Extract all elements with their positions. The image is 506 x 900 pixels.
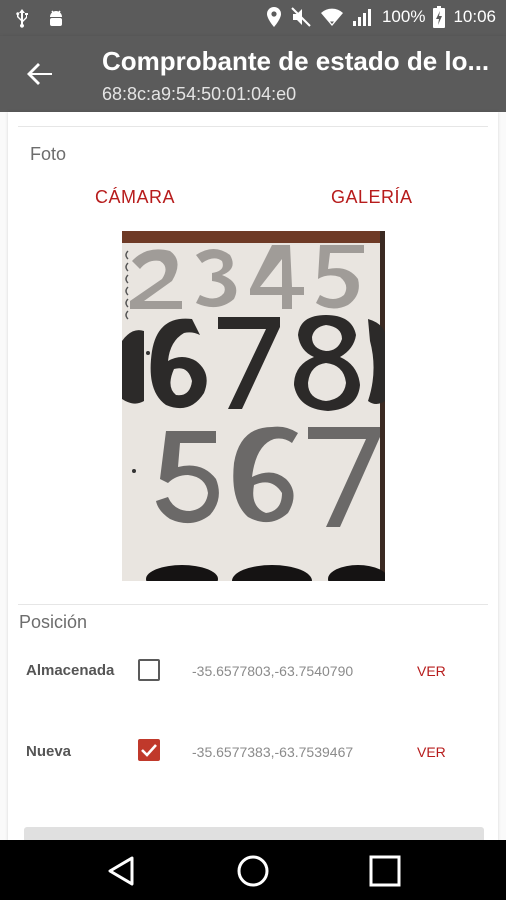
usb-icon: [16, 9, 28, 28]
location-icon: [266, 7, 281, 27]
nav-recents-icon[interactable]: [368, 854, 402, 888]
new-position-label: Nueva: [26, 743, 72, 760]
wifi-icon: [320, 8, 343, 26]
stored-position-checkbox[interactable]: [138, 659, 160, 681]
nav-back-icon[interactable]: [104, 854, 138, 888]
mute-icon: [291, 7, 311, 27]
back-arrow-icon[interactable]: [24, 58, 56, 90]
signal-icon: [352, 9, 371, 26]
checkmark-icon: [141, 744, 157, 757]
photo-section-label: Foto: [30, 144, 67, 164]
battery-percent: 100%: [381, 7, 426, 26]
photo-image: [122, 231, 385, 581]
stored-position-label: Almacenada: [26, 662, 115, 679]
navigation-bar: [0, 840, 506, 900]
stored-view-button[interactable]: VER: [417, 663, 446, 679]
new-position-checkbox[interactable]: [138, 739, 160, 761]
content-area: Foto CÁMARA GALERÍA Posición Almacenada …: [0, 112, 506, 852]
page-title: Comprobante de estado de lo...: [102, 46, 490, 76]
device-mac-subtitle: 68:8c:a9:54:50:01:04:e0: [102, 84, 297, 104]
position-section-label: Posición: [19, 612, 88, 632]
new-coordinates: -35.6577383,-63.7539467: [192, 744, 354, 760]
clock: 10:06: [453, 7, 496, 26]
new-view-button[interactable]: VER: [417, 744, 446, 760]
battery-charging-icon: [433, 6, 446, 28]
camera-button[interactable]: CÁMARA: [95, 187, 175, 208]
android-debug-icon: [50, 10, 62, 26]
photo-preview[interactable]: [122, 231, 385, 581]
status-bar: 100% 10:06: [0, 0, 506, 36]
app-bar: Comprobante de estado de lo... 68:8c:a9:…: [0, 36, 506, 112]
stored-coordinates: -35.6577803,-63.7540790: [192, 663, 354, 679]
form-card: Foto CÁMARA GALERÍA Posición Almacenada …: [8, 112, 498, 852]
nav-home-icon[interactable]: [236, 854, 270, 888]
divider: [18, 604, 488, 605]
divider: [18, 126, 488, 127]
gallery-button[interactable]: GALERÍA: [331, 187, 413, 208]
